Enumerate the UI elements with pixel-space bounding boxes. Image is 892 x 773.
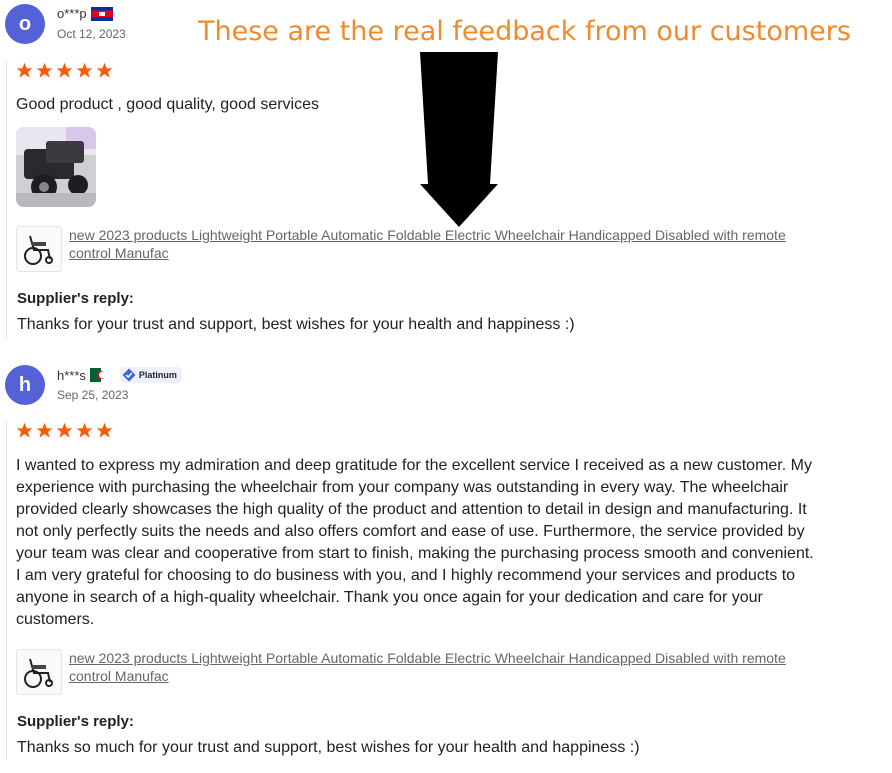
reviewer-name: o***p [57,6,87,21]
feedback-banner: These are the real feedback from our cus… [198,16,851,47]
cambodia-flag-icon [90,6,113,21]
divider [6,60,7,340]
star-rating [16,422,113,439]
star-icon [16,62,33,78]
down-arrow-icon [420,52,498,227]
platinum-badge: Platinum [119,367,182,383]
reviewer-line: o***p [57,6,113,21]
star-icon [96,62,113,78]
reviewer-line: h***s Platinum [57,367,182,383]
avatar[interactable]: o [5,4,45,44]
supplier-reply-label: Supplier's reply: [17,290,134,307]
supplier-reply-label: Supplier's reply: [17,713,134,730]
badge-label: Platinum [138,370,177,380]
star-rating [16,62,113,79]
review-text: I wanted to express my admiration and de… [16,457,814,628]
product-link-row[interactable]: new 2023 products Lightweight Portable A… [16,649,809,695]
product-title-link[interactable]: new 2023 products Lightweight Portable A… [69,226,809,262]
product-link-row[interactable]: new 2023 products Lightweight Portable A… [16,226,809,272]
star-icon [36,422,53,438]
product-title-link[interactable]: new 2023 products Lightweight Portable A… [69,649,809,685]
review-text: Good product , good quality, good servic… [16,96,319,113]
review-photo[interactable] [16,127,96,207]
supplier-reply-text: Thanks for your trust and support, best … [17,316,575,333]
star-icon [76,62,93,78]
star-icon [16,422,33,438]
star-icon [36,62,53,78]
review-date: Oct 12, 2023 [57,27,126,41]
divider [6,420,7,760]
reviewer-name: h***s [57,367,86,383]
avatar[interactable]: h [5,365,45,405]
supplier-reply-text: Thanks so much for your trust and suppor… [17,739,640,756]
verified-diamond-icon [122,368,136,382]
star-icon [56,422,73,438]
wheelchair-icon[interactable] [16,649,62,695]
review-date: Sep 25, 2023 [57,388,129,402]
algeria-flag-icon [89,368,112,382]
star-icon [96,422,113,438]
star-icon [56,62,73,78]
wheelchair-icon[interactable] [16,226,62,272]
star-icon [76,422,93,438]
